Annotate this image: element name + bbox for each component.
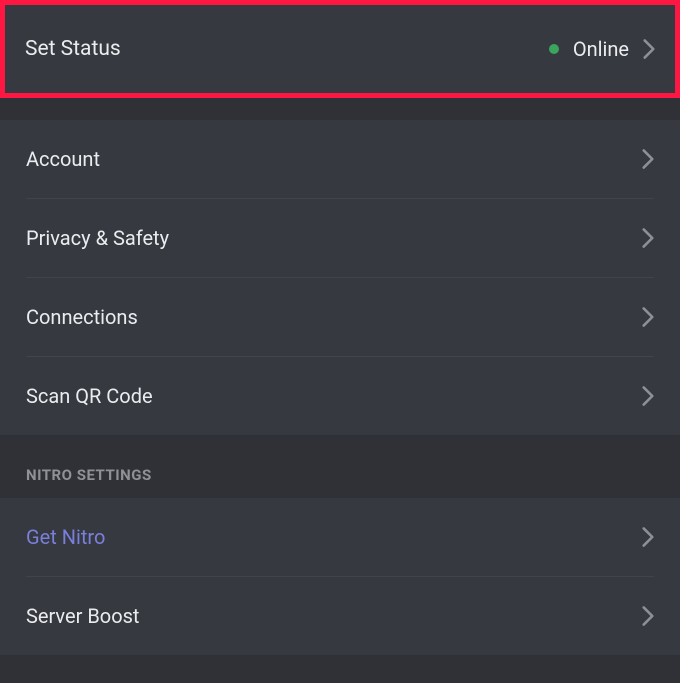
get-nitro-label: Get Nitro [26, 525, 105, 549]
server-boost-row[interactable]: Server Boost [0, 577, 680, 655]
status-right-group: Online [549, 37, 655, 61]
set-status-label: Set Status [25, 37, 121, 61]
chevron-right-icon [642, 149, 654, 169]
user-settings-section: Account Privacy & Safety Connections Sca… [0, 120, 680, 435]
nitro-settings-header-text: NITRO SETTINGS [26, 466, 152, 484]
set-status-row[interactable]: Set Status Online [5, 25, 675, 73]
nitro-settings-section: Get Nitro Server Boost [0, 498, 680, 655]
scan-qr-label: Scan QR Code [26, 384, 153, 408]
online-status-dot-icon [549, 44, 559, 54]
section-spacer [0, 98, 680, 120]
chevron-right-icon [642, 386, 654, 406]
account-label: Account [26, 147, 100, 171]
set-status-highlight: Set Status Online [0, 0, 680, 98]
chevron-right-icon [642, 307, 654, 327]
chevron-right-icon [642, 606, 654, 626]
nitro-settings-header: NITRO SETTINGS [0, 435, 680, 498]
status-value: Online [573, 37, 629, 61]
chevron-right-icon [643, 39, 655, 59]
privacy-safety-row[interactable]: Privacy & Safety [0, 199, 680, 277]
server-boost-label: Server Boost [26, 604, 139, 628]
connections-label: Connections [26, 305, 138, 329]
scan-qr-row[interactable]: Scan QR Code [0, 357, 680, 435]
account-row[interactable]: Account [0, 120, 680, 198]
connections-row[interactable]: Connections [0, 278, 680, 356]
get-nitro-row[interactable]: Get Nitro [0, 498, 680, 576]
privacy-safety-label: Privacy & Safety [26, 226, 169, 250]
chevron-right-icon [642, 527, 654, 547]
chevron-right-icon [642, 228, 654, 248]
